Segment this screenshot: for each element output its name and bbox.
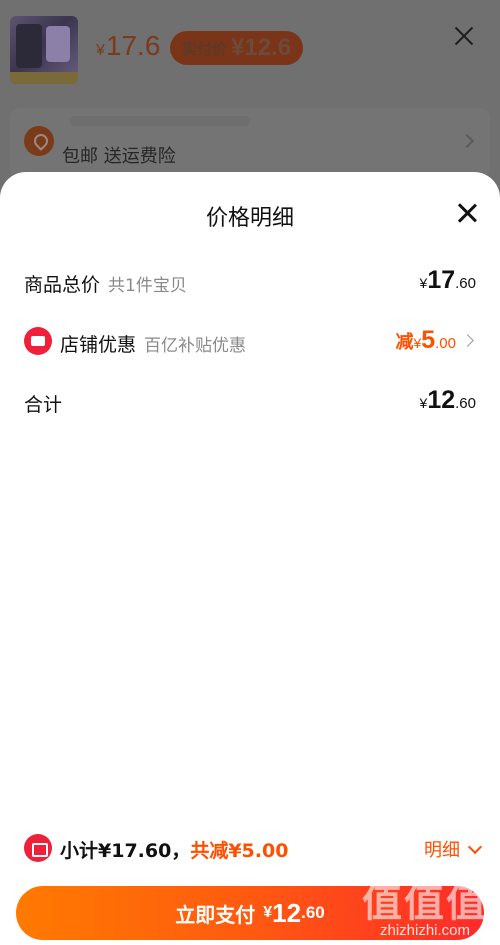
row-store-discount[interactable]: 店铺优惠 百亿补贴优惠 减¥5.00 <box>0 322 500 362</box>
sheet-title: 价格明细 <box>205 206 294 231</box>
site-watermark: 值值值 zhizhizhi.com <box>362 880 488 939</box>
chevron-right-icon <box>459 133 475 149</box>
row-item-total: 商品总价 共1件宝贝 ¥17.60 <box>0 262 500 302</box>
row-label: 合计 <box>24 394 63 416</box>
product-thumbnail <box>10 16 78 84</box>
shipping-tags: 包邮 送运费险 <box>62 146 176 167</box>
background-price: ¥17.6 <box>96 30 161 61</box>
row-sublabel: 共1件宝贝 <box>108 276 187 296</box>
price-detail-sheet: 价格明细 商品总价 共1件宝贝 ¥17.60 店铺优惠 百亿补贴优惠 减¥5.00 … <box>0 172 500 945</box>
ticket-icon <box>24 834 52 862</box>
total-discount: 共减¥5.00 <box>190 840 289 862</box>
chevron-right-icon <box>461 334 474 347</box>
address-text-blurred <box>70 116 250 126</box>
address-card: 包邮 送运费险 <box>10 108 490 178</box>
item-total-amount: ¥17.60 <box>419 266 476 294</box>
row-label: 店铺优惠 <box>60 334 137 356</box>
actual-price-badge: 实付价 ¥12.6 <box>170 31 304 65</box>
location-pin-icon <box>24 126 54 156</box>
detail-toggle[interactable]: 明细 <box>424 836 483 862</box>
row-label: 商品总价 <box>24 274 101 296</box>
background-close-icon <box>452 24 476 48</box>
discount-amount: 减¥5.00 <box>395 326 456 354</box>
subtotal-text: 小计¥17.60，共减¥5.00 <box>60 840 289 862</box>
summary-bar: 小计¥17.60，共减¥5.00 明细 <box>0 832 500 868</box>
row-sublabel: 百亿补贴优惠 <box>144 336 247 356</box>
close-icon[interactable] <box>456 202 478 224</box>
grand-total-amount: ¥12.60 <box>419 386 476 414</box>
chevron-down-icon <box>467 839 483 855</box>
row-grand-total: 合计 ¥12.60 <box>0 382 500 422</box>
